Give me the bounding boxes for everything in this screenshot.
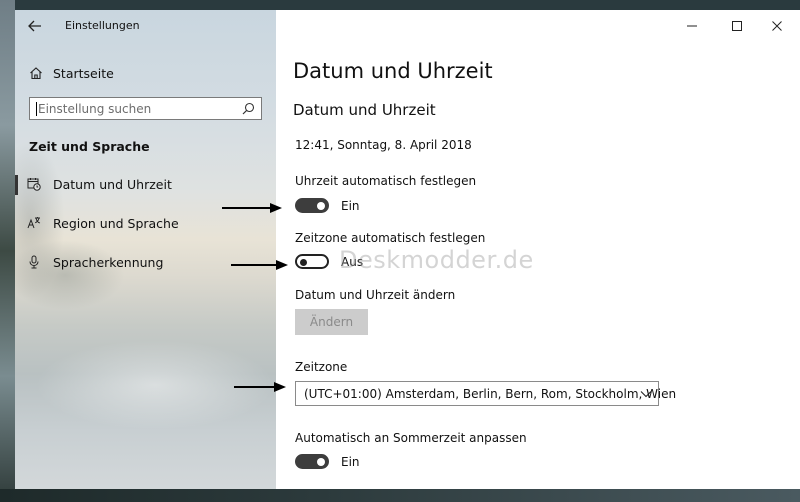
nav-home-label: Startseite <box>53 66 114 81</box>
chevron-down-icon <box>640 391 652 398</box>
nav-home[interactable]: Startseite <box>29 63 259 87</box>
auto-timezone-label: Zeitzone automatisch festlegen <box>295 231 486 245</box>
title-bar-left: Einstellungen <box>15 10 276 42</box>
annotation-arrow <box>234 382 286 392</box>
dst-label: Automatisch an Sommerzeit anpassen <box>295 431 527 445</box>
arrow-head-icon <box>270 203 282 213</box>
arrow-line <box>234 386 276 388</box>
minimize-button[interactable] <box>669 10 715 42</box>
sidebar-item-label: Datum und Uhrzeit <box>53 177 172 192</box>
navigation-pane: Einstellungen Startseite Einstellung suc… <box>15 10 276 489</box>
microphone-icon <box>29 255 39 269</box>
arrow-head-icon <box>276 260 288 270</box>
timezone-label: Zeitzone <box>295 360 348 374</box>
change-datetime-label: Datum und Uhrzeit ändern <box>295 288 456 302</box>
close-icon <box>772 21 782 31</box>
arrow-line <box>222 207 272 209</box>
language-icon <box>27 217 41 229</box>
annotation-arrow <box>231 260 288 270</box>
text-caret <box>36 102 37 116</box>
auto-time-toggle[interactable] <box>295 198 329 213</box>
arrow-head-icon <box>274 382 286 392</box>
calendar-clock-icon <box>27 178 41 191</box>
toggle-knob <box>317 457 325 466</box>
section-title: Datum und Uhrzeit <box>293 101 436 119</box>
close-button[interactable] <box>754 10 800 42</box>
timezone-value: (UTC+01:00) Amsterdam, Berlin, Bern, Rom… <box>304 387 677 401</box>
search-icon[interactable] <box>242 102 255 115</box>
arrow-line <box>231 264 278 266</box>
sidebar-item-datum-und-uhrzeit[interactable]: Datum und Uhrzeit <box>15 169 276 201</box>
current-datetime: 12:41, Sonntag, 8. April 2018 <box>295 138 472 152</box>
screenshot: Einstellungen Startseite Einstellung suc… <box>0 0 800 502</box>
toggle-knob <box>317 201 325 210</box>
selection-indicator <box>15 175 18 195</box>
timezone-select[interactable]: (UTC+01:00) Amsterdam, Berlin, Bern, Rom… <box>295 381 676 406</box>
section-heading: Zeit und Sprache <box>29 139 150 154</box>
home-icon <box>30 67 42 80</box>
page-title: Datum und Uhrzeit <box>293 59 493 83</box>
watermark: Deskmodder.de <box>339 246 534 274</box>
dst-state: Ein <box>341 455 360 469</box>
dst-toggle[interactable] <box>295 454 329 469</box>
maximize-icon <box>732 21 742 31</box>
app-title: Einstellungen <box>65 19 140 32</box>
desktop-background <box>0 0 15 502</box>
settings-window: Einstellungen Startseite Einstellung suc… <box>15 10 800 489</box>
search-input[interactable]: Einstellung suchen <box>29 97 262 120</box>
sidebar-item-label: Region und Sprache <box>53 216 179 231</box>
back-arrow-icon <box>28 20 41 32</box>
auto-timezone-toggle[interactable] <box>295 254 329 269</box>
back-button[interactable] <box>25 16 45 36</box>
auto-time-state: Ein <box>341 199 360 213</box>
sidebar-item-label: Spracherkennung <box>53 255 164 270</box>
toggle-knob <box>300 258 307 266</box>
auto-time-label: Uhrzeit automatisch festlegen <box>295 174 477 188</box>
minimize-icon <box>687 25 697 27</box>
change-button[interactable]: Ändern <box>295 309 368 335</box>
desktop-background-bottom <box>0 489 800 502</box>
annotation-arrow <box>222 203 282 213</box>
search-placeholder: Einstellung suchen <box>38 102 152 116</box>
